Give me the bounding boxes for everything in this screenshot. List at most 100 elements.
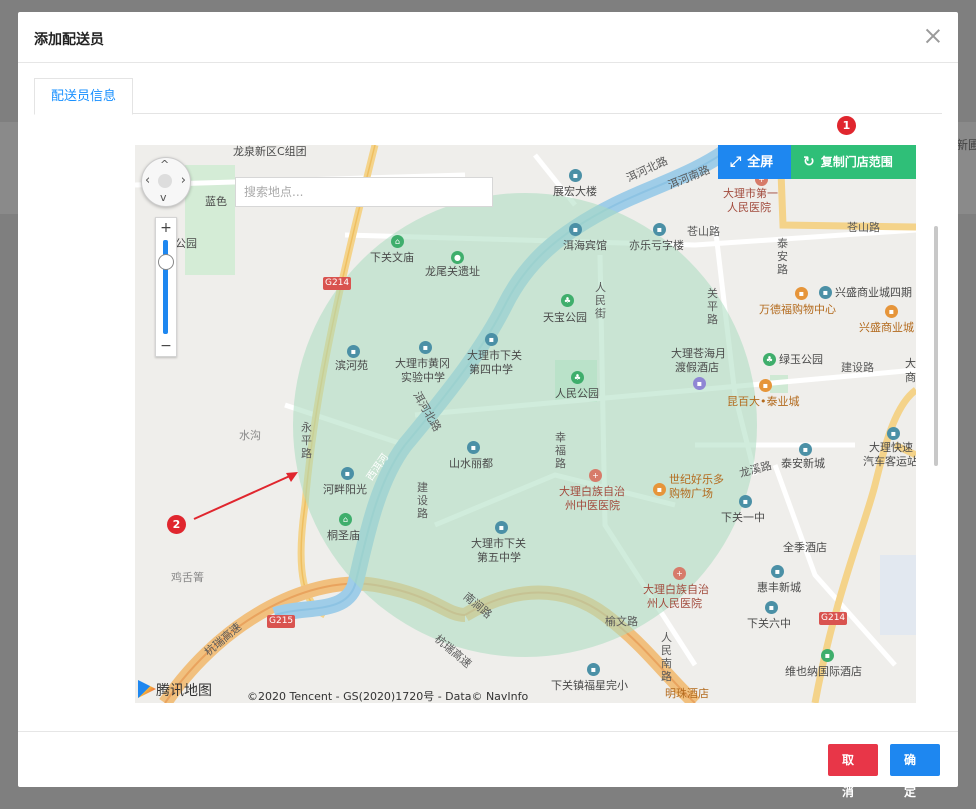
pan-center-icon[interactable] <box>158 174 172 188</box>
dialog-header: 添加配送员 <box>18 12 958 63</box>
scrollbar[interactable] <box>934 226 938 466</box>
hospital-icon: + <box>673 567 686 580</box>
map-label: 鸡舌箐 <box>171 571 204 584</box>
pan-left-icon[interactable]: ‹ <box>145 173 150 188</box>
logo-text: 腾讯地图 <box>156 683 212 699</box>
building-icon: ▪ <box>341 467 354 480</box>
shop-icon: ▪ <box>759 379 772 392</box>
shop-icon: ▪ <box>885 305 898 318</box>
pan-control[interactable]: ^ ‹ › v <box>141 157 191 207</box>
hotel-icon: ▪ <box>569 223 582 236</box>
building-icon: ▪ <box>771 565 784 578</box>
map-label: 下关六中 <box>747 617 791 630</box>
annotation-badge-2: 2 <box>167 515 186 534</box>
tencent-map-logo: 腾讯地图 <box>138 680 212 702</box>
school-icon: ▪ <box>485 333 498 346</box>
tab-courier-info[interactable]: 配送员信息 <box>34 78 134 115</box>
map-label: 洱海宾馆 <box>563 239 607 252</box>
fullscreen-button[interactable]: ⤢ 全屏 <box>718 145 791 179</box>
road-label: 永平路 <box>301 421 312 460</box>
school-icon: ▪ <box>419 341 432 354</box>
map-label: 维也纳国际酒店 <box>785 665 862 678</box>
annotation-badge-1: 1 <box>837 116 856 135</box>
map-label: 桐圣庙 <box>327 529 360 542</box>
map-label: 大理白族自治 <box>559 485 625 498</box>
map-label: 天宝公园 <box>543 311 587 324</box>
map-label: 大理市下关 <box>467 349 522 362</box>
backdrop-partial-text: 新圃 <box>956 138 976 152</box>
zoom-slider-thumb[interactable] <box>158 254 174 270</box>
map-label: 公园 <box>175 237 197 250</box>
map-label: 第四中学 <box>469 363 513 376</box>
cancel-button[interactable]: 取消 <box>828 744 878 799</box>
hotel-icon: ▪ <box>693 377 706 390</box>
map-label: 第五中学 <box>477 551 521 564</box>
confirm-button[interactable]: 确定 <box>890 744 940 799</box>
copy-store-range-button[interactable]: ↻ 复制门店范围 <box>791 145 916 179</box>
road-label: 苍山路 <box>687 225 720 238</box>
building-icon: ▪ <box>467 441 480 454</box>
zoom-out-button[interactable]: − <box>156 338 176 354</box>
map-label: 州人民医院 <box>647 597 702 610</box>
pan-down-icon[interactable]: v <box>160 191 167 204</box>
mall-icon: ▪ <box>819 286 832 299</box>
map-label: 绿玉公园 <box>779 353 823 366</box>
map-label: 亦乐亏字楼 <box>629 239 684 252</box>
map-label: 昆百大•泰业城 <box>727 395 800 408</box>
map-label: 大理快速 <box>869 441 913 454</box>
school-icon: ▪ <box>587 663 600 676</box>
pan-up-icon[interactable]: ^ <box>160 158 169 171</box>
map-label: 展宏大楼 <box>553 185 597 198</box>
school-icon: ▪ <box>739 495 752 508</box>
map-canvas <box>135 145 916 703</box>
zoom-in-button[interactable]: + <box>156 220 176 236</box>
tab-bar: 配送员信息 <box>34 78 942 115</box>
map-label: 下关镇福星完小 <box>551 679 628 692</box>
building-icon: ▪ <box>799 443 812 456</box>
map-label: 水沟 <box>239 429 261 442</box>
map-label: 州中医医院 <box>565 499 620 512</box>
road-label: 苍山路 <box>847 221 880 234</box>
map-copyright: ©2020 Tencent - GS(2020)1720号 - Data© Na… <box>247 690 529 703</box>
copy-range-label: 复制门店范围 <box>820 155 893 169</box>
map-label: 明珠酒店 <box>665 687 709 700</box>
refresh-icon: ↻ <box>803 154 815 170</box>
map-label: 大 <box>905 357 916 370</box>
highway-shield: G214 <box>323 277 352 290</box>
highway-shield: G214 <box>819 612 848 625</box>
hotel-icon: ▪ <box>821 649 834 662</box>
map-label: 惠丰新城 <box>757 581 801 594</box>
map-label: 万德福购物中心 <box>759 303 836 316</box>
road-label: 建设路 <box>417 481 428 520</box>
map-label: 下关一中 <box>721 511 765 524</box>
road-label: 榆文路 <box>605 615 638 628</box>
map-label: 滨河苑 <box>335 359 368 372</box>
tencent-logo-icon <box>138 680 156 698</box>
road-label: 幸福路 <box>555 431 566 470</box>
highway-shield: G215 <box>267 615 296 628</box>
close-icon[interactable] <box>924 27 942 45</box>
building-icon: ▪ <box>569 169 582 182</box>
map-label: 泰安新城 <box>781 457 825 470</box>
road-label: 关平路 <box>707 287 718 326</box>
park-icon: ♣ <box>571 371 584 384</box>
map-view[interactable]: 龙泉新区C组团 蓝色 公园 ⌂ 下关文庙 ● 龙尾关遗址 ▪ 展宏大楼 洱河北路… <box>135 145 916 703</box>
map-label: 世纪好乐多 <box>669 473 724 486</box>
map-label: 渡假酒店 <box>675 361 719 374</box>
dialog-title: 添加配送员 <box>34 32 104 48</box>
road-label: 建设路 <box>841 361 874 374</box>
map-search-input[interactable] <box>235 177 493 207</box>
map-label: 购物广场 <box>669 487 713 500</box>
map-label: 龙泉新区C组团 <box>233 145 307 158</box>
school-icon: ▪ <box>765 601 778 614</box>
temple-icon: ⌂ <box>391 235 404 248</box>
dialog-footer: 取消 确定 <box>18 731 958 799</box>
fullscreen-label: 全屏 <box>747 155 774 170</box>
pan-right-icon[interactable]: › <box>181 173 186 188</box>
road-label: 泰安路 <box>777 237 788 276</box>
map-label: 实验中学 <box>401 371 445 384</box>
map-label: 兴盛商业城 <box>859 321 914 334</box>
map-label: 全季酒店 <box>783 541 827 554</box>
fullscreen-icon: ⤢ <box>730 154 742 170</box>
park-icon: ♣ <box>763 353 776 366</box>
